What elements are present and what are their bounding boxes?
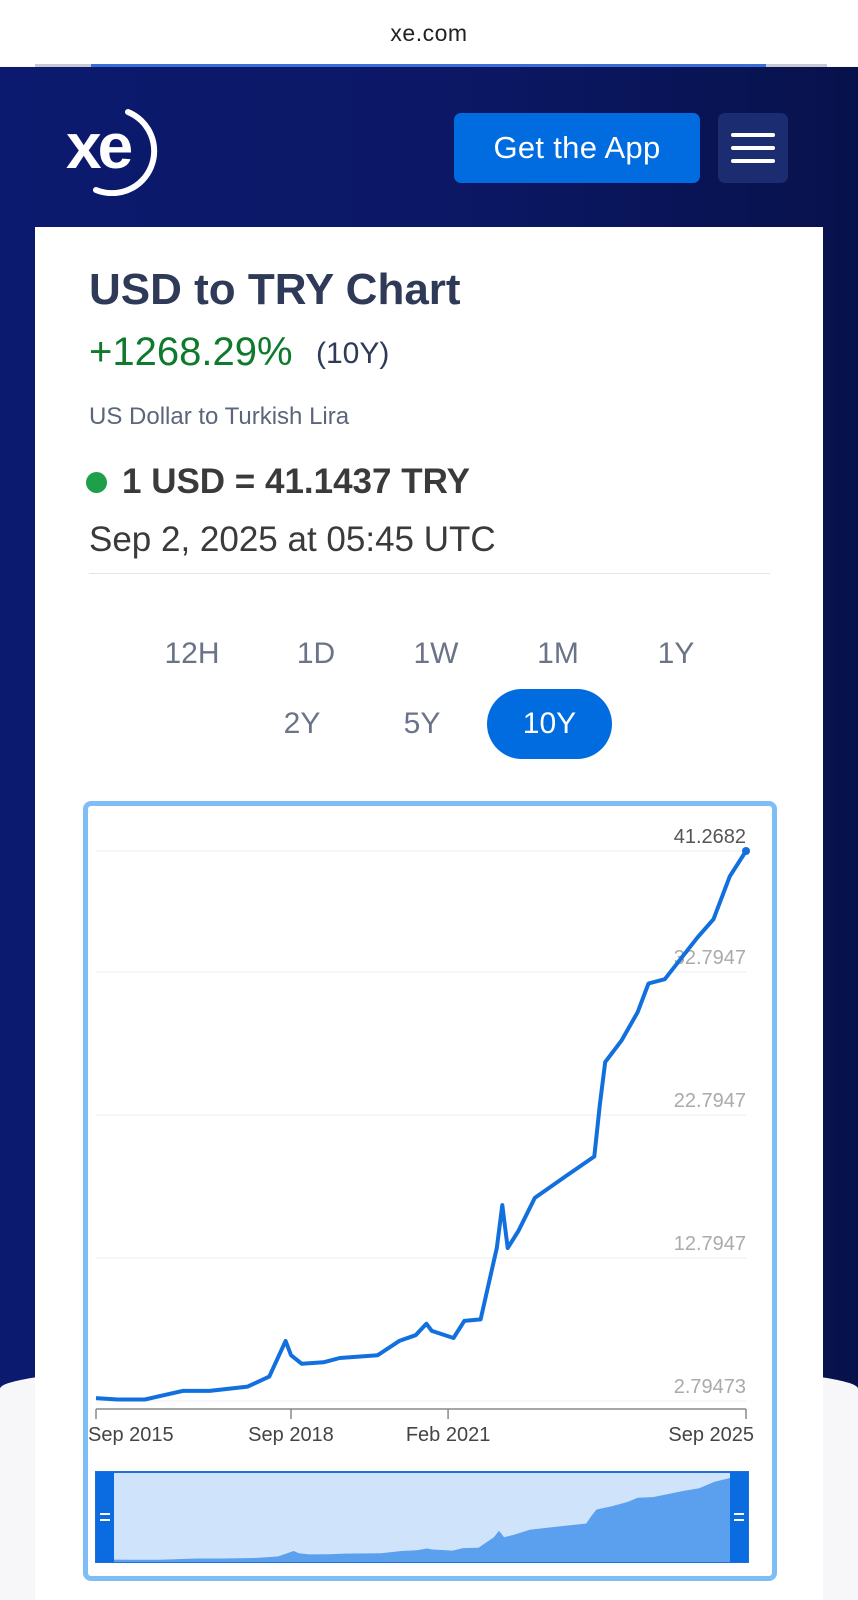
series-line — [95, 849, 748, 1402]
xe-logo[interactable]: xe — [66, 100, 186, 197]
change-period: (10Y) — [316, 337, 390, 370]
navigator-right-handle[interactable] — [730, 1472, 748, 1562]
x-tick-label: Sep 2018 — [248, 1424, 334, 1446]
divider — [89, 573, 770, 574]
range-navigator[interactable] — [95, 1471, 749, 1563]
page-title: USD to TRY Chart — [89, 265, 461, 314]
x-tick-label: Feb 2021 — [406, 1424, 491, 1446]
chart-frame[interactable]: 41.2682 32.7947 22.7947 12.7947 2.79473 Sep … — [83, 801, 777, 1581]
x-tick-label: Sep 2015 — [88, 1424, 174, 1446]
y-tick-label: 32.7947 — [674, 947, 746, 969]
data-point — [742, 847, 750, 855]
period-tab-1y[interactable]: 1Y — [636, 619, 716, 689]
rate-timestamp: Sep 2, 2025 at 05:45 UTC — [89, 520, 496, 559]
period-tab-12h[interactable]: 12H — [152, 619, 232, 689]
exchange-rate-chart[interactable]: 41.2682 32.7947 22.7947 12.7947 2.79473 Sep … — [88, 806, 772, 1576]
period-tab-10y[interactable]: 10Y — [487, 689, 612, 759]
current-rate: 1 USD = 41.1437 TRY — [122, 462, 470, 501]
y-tick-label: 2.79473 — [674, 1376, 746, 1398]
y-tick-label: 41.2682 — [674, 826, 746, 848]
x-tick-label: Sep 2025 — [668, 1424, 754, 1446]
change-percent: +1268.29% — [89, 330, 293, 374]
y-tick-label: 22.7947 — [674, 1090, 746, 1112]
address-bar[interactable]: xe.com — [0, 0, 858, 66]
live-status-dot-icon — [86, 472, 107, 493]
navigator-left-handle[interactable] — [96, 1472, 114, 1562]
period-tab-1m[interactable]: 1M — [518, 619, 598, 689]
url-text: xe.com — [390, 19, 468, 46]
period-tab-2y[interactable]: 2Y — [262, 689, 342, 759]
hamburger-menu-icon[interactable] — [718, 113, 788, 183]
y-tick-label: 12.7947 — [674, 1233, 746, 1255]
period-tab-1w[interactable]: 1W — [396, 619, 476, 689]
currency-pair-subtitle: US Dollar to Turkish Lira — [89, 403, 350, 430]
period-tab-1d[interactable]: 1D — [276, 619, 356, 689]
get-the-app-button[interactable]: Get the App — [454, 113, 700, 183]
period-tab-5y[interactable]: 5Y — [382, 689, 462, 759]
logo-text: xe — [66, 110, 132, 182]
